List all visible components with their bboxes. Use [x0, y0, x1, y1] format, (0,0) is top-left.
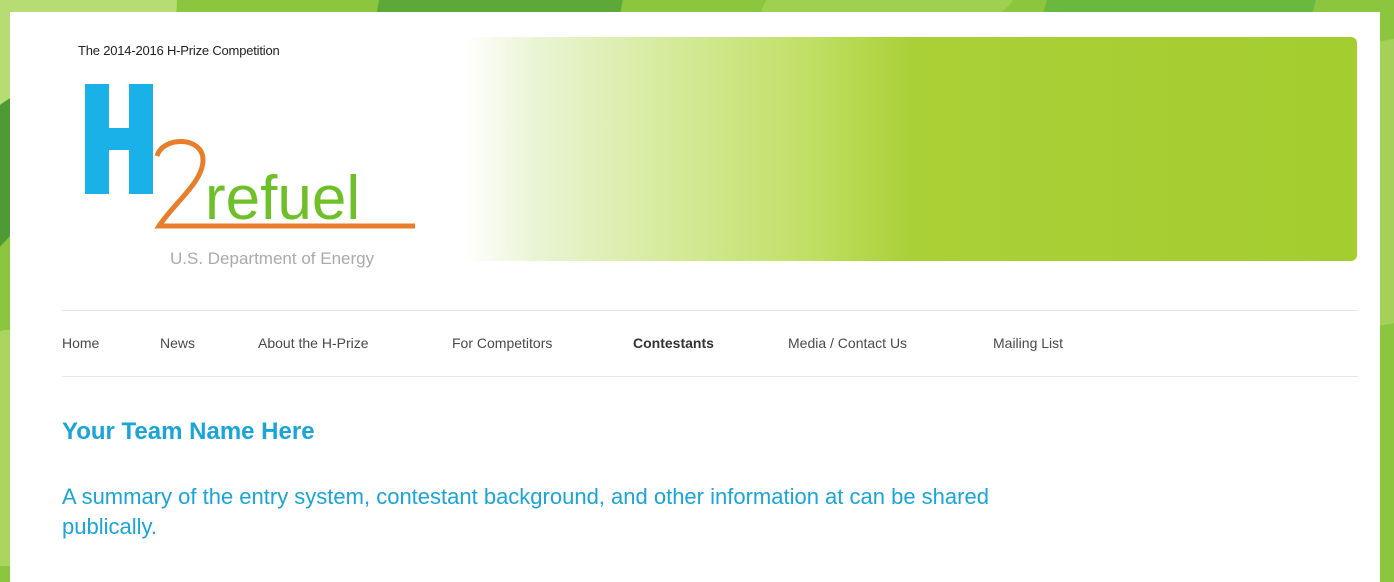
team-summary: A summary of the entry system, contestan… — [62, 484, 989, 539]
h2refuel-logo[interactable]: H refuel U.S. Department of Energy — [85, 84, 425, 274]
nav-item-news[interactable]: News — [160, 335, 195, 351]
nav-item-about[interactable]: About the H-Prize — [258, 335, 369, 351]
nav-divider-top — [62, 310, 1358, 311]
nav-item-media-contact[interactable]: Media / Contact Us — [788, 335, 907, 351]
nav-divider-bottom — [62, 376, 1358, 377]
header-banner — [465, 37, 1357, 261]
logo-wordmark: refuel — [205, 164, 360, 233]
page-card: The 2014-2016 H-Prize Competition H refu… — [10, 12, 1380, 582]
nav-item-home[interactable]: Home — [62, 335, 99, 351]
nav-item-mailing-list[interactable]: Mailing List — [993, 335, 1063, 351]
nav-item-contestants[interactable]: Contestants — [633, 335, 714, 351]
competition-tagline: The 2014-2016 H-Prize Competition — [78, 43, 280, 58]
logo-org: U.S. Department of Energy — [170, 249, 375, 268]
team-name-heading: Your Team Name Here — [62, 418, 315, 445]
nav-item-competitors[interactable]: For Competitors — [452, 335, 552, 351]
